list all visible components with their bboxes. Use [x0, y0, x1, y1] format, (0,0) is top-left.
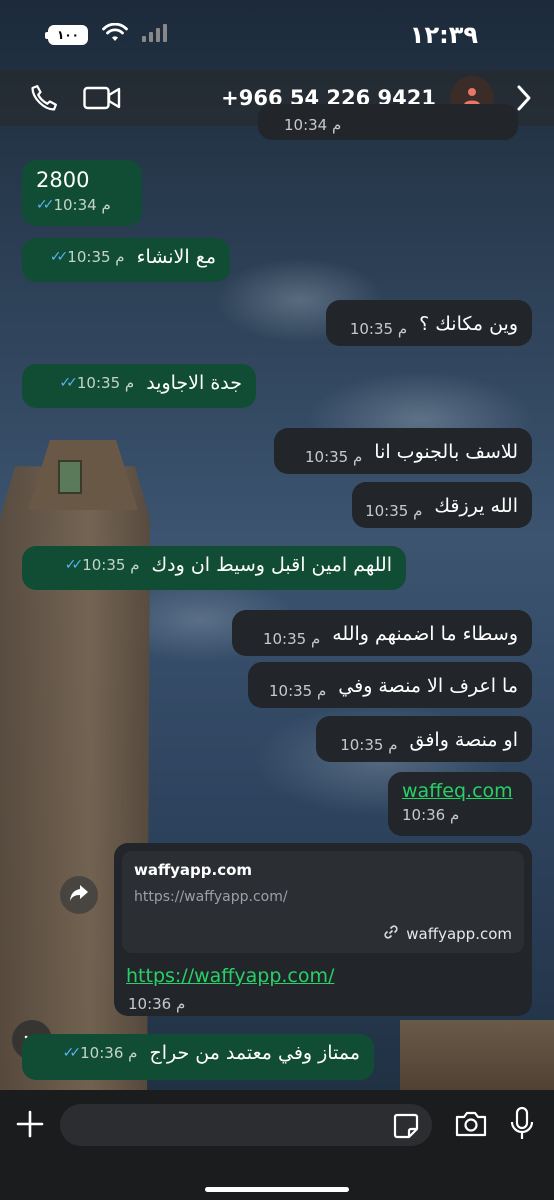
- message-bubble-incoming[interactable]: وسطاء ما اضمنهم والله 10:35 م: [232, 610, 532, 656]
- link-preview-title: waffyapp.com: [134, 861, 253, 879]
- message-time: 10:35 م: [67, 248, 125, 266]
- message-bubble-partial[interactable]: 10:34 م: [258, 104, 518, 140]
- wallpaper-minaret-window: [58, 460, 82, 494]
- message-text: ما اعرف الا منصة وفي: [338, 675, 518, 697]
- message-bubble-incoming[interactable]: waffeq.com 10:36 م: [388, 772, 532, 836]
- message-meta: ✓✓ 10:35 م: [59, 374, 134, 392]
- link-preview-domain: waffyapp.com: [384, 925, 512, 943]
- message-bubble-outgoing[interactable]: اللهم امين اقبل وسيط ان ودك ✓✓ 10:35 م: [22, 546, 406, 590]
- message-text: 2800: [36, 168, 90, 192]
- forward-button[interactable]: [60, 876, 98, 914]
- message-text: ممتاز وفي معتمد من حراج: [149, 1042, 360, 1064]
- link-icon: [384, 925, 398, 943]
- message-time: 10:35 م: [76, 374, 135, 392]
- link-preview-card[interactable]: waffyapp.com https://waffyapp.com/ waffy…: [122, 851, 524, 953]
- message-text: الله يرزقك: [434, 495, 518, 517]
- chevron-right-icon[interactable]: [514, 82, 534, 114]
- read-ticks-icon: ✓✓: [59, 375, 78, 391]
- message-time: 10:35 م: [304, 448, 363, 466]
- message-bubble-incoming[interactable]: للاسف بالجنوب انا 10:35 م: [274, 428, 532, 474]
- microphone-icon[interactable]: [510, 1106, 538, 1142]
- video-call-icon[interactable]: [82, 82, 122, 114]
- status-time: ١٢:٣٩: [409, 21, 478, 49]
- message-time: 10:34 م: [284, 116, 342, 134]
- message-text: للاسف بالجنوب انا: [374, 441, 518, 463]
- message-bubble-outgoing[interactable]: ممتاز وفي معتمد من حراج ✓✓ 10:36 م: [22, 1034, 374, 1080]
- message-bubble-incoming[interactable]: الله يرزقك 10:35 م: [352, 482, 532, 528]
- message-time: 10:34 م: [53, 196, 111, 214]
- read-ticks-icon: ✓✓: [49, 249, 69, 265]
- message-bubble-outgoing[interactable]: مع الانشاء ✓✓ 10:35 م: [22, 238, 230, 282]
- message-text: وسطاء ما اضمنهم والله: [332, 623, 518, 645]
- message-time: 10:35 م: [269, 682, 327, 700]
- message-time: 10:35 م: [349, 320, 408, 338]
- cellular-signal-icon: [142, 24, 170, 46]
- camera-icon[interactable]: [454, 1110, 490, 1140]
- link-preview-message[interactable]: waffyapp.com https://waffyapp.com/ waffy…: [114, 843, 532, 1016]
- message-time: 10:35 م: [82, 556, 140, 574]
- forward-icon: [69, 884, 89, 906]
- wifi-icon: [102, 22, 128, 47]
- link-preview-url: https://waffyapp.com/: [134, 889, 288, 905]
- message-link[interactable]: https://waffyapp.com/: [122, 965, 524, 987]
- message-text: جدة الاجاويد: [146, 372, 242, 394]
- message-time: 10:36 م: [402, 806, 460, 824]
- battery-indicator: ١٠٠: [45, 25, 88, 45]
- message-bubble-outgoing[interactable]: 2800 ✓✓ 10:34 م: [22, 160, 142, 226]
- link-preview-domain-text: waffyapp.com: [406, 925, 512, 943]
- read-ticks-icon: ✓✓: [64, 557, 84, 573]
- message-meta: ✓✓ 10:36 م: [63, 1044, 138, 1062]
- read-ticks-icon: ✓✓: [62, 1045, 82, 1061]
- plus-icon[interactable]: [14, 1108, 46, 1140]
- voice-call-icon[interactable]: [28, 82, 60, 114]
- message-bubble-incoming[interactable]: وين مكانك ؟ 10:35 م: [326, 300, 532, 346]
- message-text: مع الانشاء: [136, 246, 216, 268]
- message-time: 10:35 م: [365, 502, 423, 520]
- read-ticks-icon: ✓✓: [36, 197, 55, 213]
- message-meta: ✓✓ 10:35 م: [65, 556, 140, 574]
- message-bubble-incoming[interactable]: او منصة وافق 10:35 م: [316, 716, 532, 762]
- message-time: 10:35 م: [262, 630, 321, 648]
- status-indicators: ١٠٠: [45, 22, 170, 47]
- sticker-icon[interactable]: [392, 1112, 420, 1140]
- message-time: 10:36 م: [128, 995, 186, 1013]
- message-bubble-incoming[interactable]: ما اعرف الا منصة وفي 10:35 م: [248, 662, 532, 708]
- message-text: او منصة وافق: [409, 729, 519, 751]
- message-bubble-outgoing[interactable]: جدة الاجاويد ✓✓ 10:35 م: [22, 364, 256, 408]
- message-input[interactable]: [60, 1104, 432, 1146]
- message-meta: ✓✓ 10:34 م: [36, 196, 111, 214]
- message-link[interactable]: waffeq.com: [402, 780, 518, 802]
- home-indicator[interactable]: [205, 1187, 349, 1192]
- status-bar: ١٠٠ ١٢:٣٩: [0, 0, 554, 70]
- message-time: 10:36 م: [80, 1044, 138, 1062]
- message-time: 10:35 م: [340, 736, 398, 754]
- message-text: وين مكانك ؟: [419, 313, 518, 335]
- wallpaper-building: [400, 1020, 554, 1100]
- message-meta: ✓✓ 10:35 م: [50, 248, 125, 266]
- message-text: اللهم امين اقبل وسيط ان ودك: [151, 554, 393, 576]
- composer-bar: [0, 1090, 554, 1200]
